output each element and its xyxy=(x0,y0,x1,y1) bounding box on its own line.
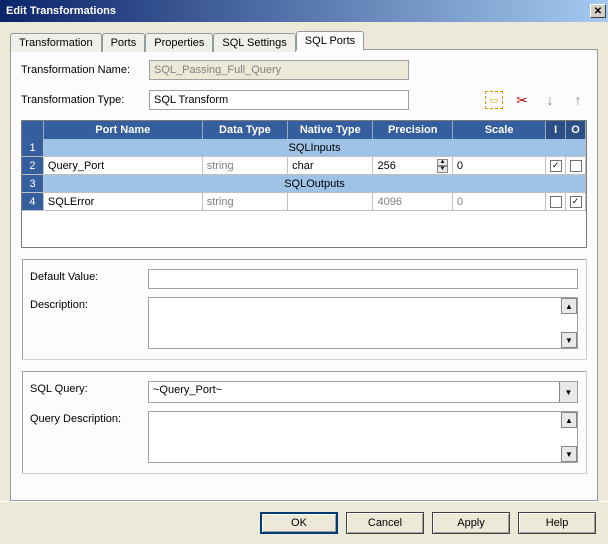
cell-input-checkbox[interactable]: ✓ xyxy=(546,157,566,175)
cell-data-type[interactable]: string xyxy=(203,157,288,175)
section-header: SQLOutputs xyxy=(44,175,586,193)
cell-native-type[interactable] xyxy=(288,193,373,211)
checkbox[interactable] xyxy=(550,196,562,208)
cell-output-checkbox[interactable] xyxy=(566,157,586,175)
scroll-down-icon[interactable]: ▼ xyxy=(561,332,577,348)
port-toolbar: ▭ ✂ ↓ ↑ xyxy=(485,91,587,109)
sql-query-label: SQL Query: xyxy=(30,381,140,395)
window-title: Edit Transformations xyxy=(6,5,116,17)
col-header-output[interactable]: O xyxy=(566,121,586,139)
col-header-nativetype[interactable]: Native Type xyxy=(288,121,373,139)
value-group: Default Value: Description: ▲ ▼ xyxy=(21,258,587,360)
cell-output-checkbox[interactable]: ✓ xyxy=(566,193,586,211)
move-down-icon[interactable]: ↓ xyxy=(541,91,559,109)
row-number[interactable]: 1 xyxy=(22,139,44,157)
cell-scale[interactable]: 0 xyxy=(453,157,546,175)
dropdown-icon[interactable]: ▼ xyxy=(559,382,577,402)
tab-strip: Transformation Ports Properties SQL Sett… xyxy=(10,31,598,50)
transformation-name-field: SQL_Passing_Full_Query xyxy=(149,60,409,80)
tab-sql-ports[interactable]: SQL Ports xyxy=(296,31,364,51)
description-field[interactable]: ▲ ▼ xyxy=(148,297,578,349)
cell-input-checkbox[interactable] xyxy=(546,193,566,211)
tab-transformation[interactable]: Transformation xyxy=(10,33,102,52)
cut-icon[interactable]: ✂ xyxy=(513,91,531,109)
add-port-icon[interactable]: ▭ xyxy=(485,91,503,109)
grid-header: Port Name Data Type Native Type Precisio… xyxy=(22,121,586,139)
checkbox[interactable]: ✓ xyxy=(550,160,562,172)
cell-precision[interactable]: 4096 xyxy=(373,193,452,211)
cell-port-name[interactable]: Query_Port xyxy=(44,157,203,175)
tab-properties[interactable]: Properties xyxy=(145,33,213,52)
row-number[interactable]: 3 xyxy=(22,175,44,193)
ok-button[interactable]: OK xyxy=(260,512,338,534)
cancel-button[interactable]: Cancel xyxy=(346,512,424,534)
row-number[interactable]: 2 xyxy=(22,157,44,175)
row-number[interactable]: 4 xyxy=(22,193,44,211)
transformation-type-field[interactable]: SQL Transform xyxy=(149,90,409,110)
cell-native-type[interactable]: char xyxy=(288,157,373,175)
transformation-name-label: Transformation Name: xyxy=(21,64,141,76)
col-header-port[interactable]: Port Name xyxy=(44,121,203,139)
default-value-label: Default Value: xyxy=(30,269,140,283)
col-header-scale[interactable]: Scale xyxy=(453,121,546,139)
section-header: SQLInputs xyxy=(44,139,586,157)
apply-button[interactable]: Apply xyxy=(432,512,510,534)
col-header-input[interactable]: I xyxy=(546,121,566,139)
cell-port-name[interactable]: SQLError xyxy=(44,193,203,211)
scroll-up-icon[interactable]: ▲ xyxy=(561,412,577,428)
move-up-icon[interactable]: ↑ xyxy=(569,91,587,109)
col-header-rownum xyxy=(22,121,44,139)
default-value-field[interactable] xyxy=(148,269,578,289)
table-row[interactable]: 1SQLInputs xyxy=(22,139,586,157)
checkbox[interactable] xyxy=(570,160,582,172)
query-group: SQL Query: ~Query_Port~ ▼ Query Descript… xyxy=(21,370,587,474)
sql-query-field[interactable]: ~Query_Port~ ▼ xyxy=(148,381,578,403)
close-button[interactable]: ✕ xyxy=(590,4,606,18)
title-bar: Edit Transformations ✕ xyxy=(0,0,608,22)
table-row[interactable]: 4SQLErrorstring 40960 ✓ xyxy=(22,193,586,211)
help-button[interactable]: Help xyxy=(518,512,596,534)
query-description-label: Query Description: xyxy=(30,411,140,425)
table-row[interactable]: 2Query_Portstringchar256▲▼0 ✓ xyxy=(22,157,586,175)
cell-data-type[interactable]: string xyxy=(203,193,288,211)
spinner-down-icon[interactable]: ▼ xyxy=(437,166,448,173)
description-label: Description: xyxy=(30,297,140,311)
cell-precision[interactable]: 256▲▼ xyxy=(373,157,452,175)
tab-sql-settings[interactable]: SQL Settings xyxy=(213,33,295,52)
query-description-field[interactable]: ▲ ▼ xyxy=(148,411,578,463)
col-header-datatype[interactable]: Data Type xyxy=(203,121,288,139)
tab-ports[interactable]: Ports xyxy=(102,33,146,52)
spinner-up-icon[interactable]: ▲ xyxy=(437,159,448,166)
checkbox[interactable]: ✓ xyxy=(570,196,582,208)
table-row[interactable]: 3SQLOutputs xyxy=(22,175,586,193)
cell-scale[interactable]: 0 xyxy=(453,193,546,211)
transformation-type-label: Transformation Type: xyxy=(21,94,141,106)
tab-panel: Transformation Name: SQL_Passing_Full_Qu… xyxy=(10,49,598,501)
ports-grid: Port Name Data Type Native Type Precisio… xyxy=(21,120,587,248)
scroll-down-icon[interactable]: ▼ xyxy=(561,446,577,462)
col-header-precision[interactable]: Precision xyxy=(373,121,452,139)
scroll-up-icon[interactable]: ▲ xyxy=(561,298,577,314)
